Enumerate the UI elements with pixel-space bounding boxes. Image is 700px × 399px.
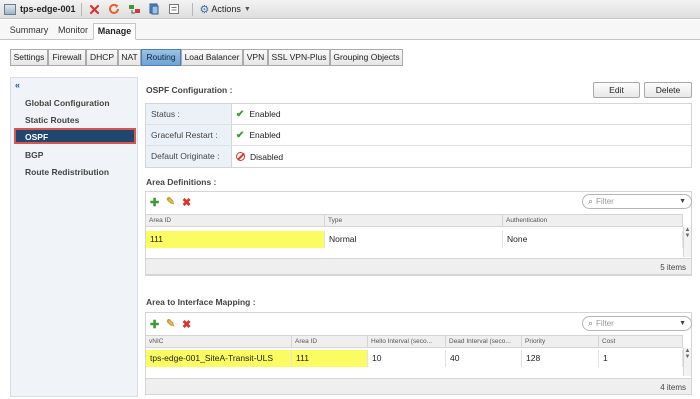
nav-static-routes[interactable]: Static Routes [25, 115, 79, 125]
graceful-restart-text: Enabled [249, 130, 281, 140]
edge-object-icon [4, 3, 16, 15]
mapping-row-dead-interval[interactable]: 40 [446, 350, 522, 367]
area-filter-placeholder: Filter [596, 197, 614, 206]
mapping-row-priority[interactable]: 128 [522, 350, 599, 367]
status-value: ✔ Enabled [232, 104, 691, 124]
subtab-ssl-vpn-plus[interactable]: SSL VPN-Plus [268, 49, 330, 66]
ospf-config-table: Status : ✔ Enabled Graceful Restart : ✔ … [145, 103, 692, 168]
subtab-grouping-objects[interactable]: Grouping Objects [330, 49, 403, 66]
area-row-authentication[interactable]: None [503, 231, 683, 248]
edit-button[interactable]: Edit [593, 82, 640, 98]
mapping-grid-footer: 4 items [145, 378, 692, 395]
search-icon: ⌕ [588, 196, 594, 206]
title-bar: tps-edge-001 ⚙ Actions ▼ [0, 0, 700, 19]
disabled-icon [236, 152, 245, 161]
chevron-down-icon: ▼ [679, 320, 686, 327]
search-icon: ⌕ [588, 318, 594, 328]
col-cost[interactable]: Cost [599, 335, 683, 348]
col-vnic[interactable]: vNIC [146, 335, 292, 348]
gear-icon: ⚙ [199, 3, 210, 16]
add-icon[interactable]: ✚ [150, 318, 159, 331]
tab-summary[interactable]: Summary [6, 23, 52, 40]
subtab-routing[interactable]: Routing [141, 49, 181, 66]
subtab-nat[interactable]: NAT [118, 49, 141, 66]
subtab-load-balancer[interactable]: Load Balancer [181, 49, 243, 66]
subtab-settings[interactable]: Settings [10, 49, 48, 66]
graceful-restart-row: Graceful Restart : ✔ Enabled [146, 125, 691, 146]
details-icon[interactable] [167, 2, 182, 17]
default-originate-text: Disabled [250, 151, 284, 162]
tab-monitor[interactable]: Monitor [54, 23, 92, 40]
nav-route-redistribution[interactable]: Route Redistribution [25, 167, 109, 177]
delete-icon[interactable]: ✖ [182, 318, 191, 331]
snapshot-icon[interactable] [147, 2, 162, 17]
mapping-filter-input[interactable]: ⌕ Filter ▼ [582, 316, 692, 331]
col-type[interactable]: Type [325, 214, 503, 227]
add-icon[interactable]: ✚ [150, 196, 159, 209]
subtab-vpn[interactable]: VPN [243, 49, 268, 66]
graceful-restart-value: ✔ Enabled [232, 125, 691, 145]
col-authentication[interactable]: Authentication [503, 214, 683, 227]
default-originate-row: Default Originate : Disabled [146, 146, 691, 167]
area-grid-scrollbar[interactable]: ▲ ▼ [683, 227, 691, 257]
area-grid-footer: 5 items [145, 258, 692, 275]
col-dead-interval[interactable]: Dead Interval (seco... [446, 335, 522, 348]
delete-icon[interactable]: ✖ [182, 196, 191, 209]
mapping-row-area-id[interactable]: 111 [292, 350, 368, 367]
area-row-type[interactable]: Normal [325, 231, 503, 248]
col-hello-interval[interactable]: Hello Interval (seco... [368, 335, 446, 348]
top-tab-bar: Summary Monitor Manage [0, 20, 700, 40]
graceful-restart-label: Graceful Restart : [146, 125, 232, 145]
nav-global-configuration[interactable]: Global Configuration [25, 98, 110, 108]
status-label: Status : [146, 104, 232, 124]
delete-icon[interactable] [87, 2, 102, 17]
edit-pencil-icon[interactable]: ✎ [166, 195, 175, 208]
object-title: tps-edge-001 [20, 4, 76, 14]
default-originate-value: Disabled [232, 146, 691, 167]
actions-label: Actions [211, 4, 241, 14]
check-icon: ✔ [236, 108, 245, 120]
area-filter-input[interactable]: ⌕ Filter ▼ [582, 194, 692, 209]
refresh-icon[interactable] [107, 2, 122, 17]
col-area-id[interactable]: Area ID [292, 335, 368, 348]
mapping-grid-scrollbar[interactable]: ▲ ▼ [683, 348, 691, 376]
deploy-icon[interactable] [127, 2, 142, 17]
mapping-row-hello-interval[interactable]: 10 [368, 350, 446, 367]
toolbar-separator [80, 2, 82, 16]
ospf-config-title: OSPF Configuration : [146, 85, 233, 95]
interface-mapping-title: Area to Interface Mapping : [146, 297, 256, 307]
subtab-dhcp[interactable]: DHCP [86, 49, 118, 66]
col-area-id[interactable]: Area ID [146, 214, 325, 227]
routing-sidebar: « Global Configuration Static Routes OSP… [10, 77, 138, 397]
nav-bgp[interactable]: BGP [25, 150, 43, 160]
tab-manage[interactable]: Manage [93, 23, 136, 40]
check-icon: ✔ [236, 129, 245, 141]
ospf-status-row: Status : ✔ Enabled [146, 104, 691, 125]
toolbar-separator [191, 2, 193, 16]
col-priority[interactable]: Priority [522, 335, 599, 348]
default-originate-label: Default Originate : [146, 146, 232, 167]
chevron-down-icon: ▼ [679, 198, 686, 205]
edit-pencil-icon[interactable]: ✎ [166, 317, 175, 330]
status-text: Enabled [249, 109, 281, 119]
chevron-down-icon: ▼ [243, 5, 251, 13]
nav-ospf[interactable]: OSPF [14, 128, 136, 144]
area-row-area-id[interactable]: 111 [146, 231, 325, 248]
actions-menu[interactable]: ⚙ Actions ▼ [200, 3, 251, 16]
mapping-row-cost[interactable]: 1 [599, 350, 683, 367]
mapping-filter-placeholder: Filter [596, 319, 614, 328]
collapse-sidebar-icon[interactable]: « [15, 80, 20, 90]
subtab-firewall[interactable]: Firewall [48, 49, 86, 66]
mapping-row-vnic[interactable]: tps-edge-001_SiteA-Transit-ULS [146, 350, 292, 367]
delete-button[interactable]: Delete [644, 82, 692, 98]
